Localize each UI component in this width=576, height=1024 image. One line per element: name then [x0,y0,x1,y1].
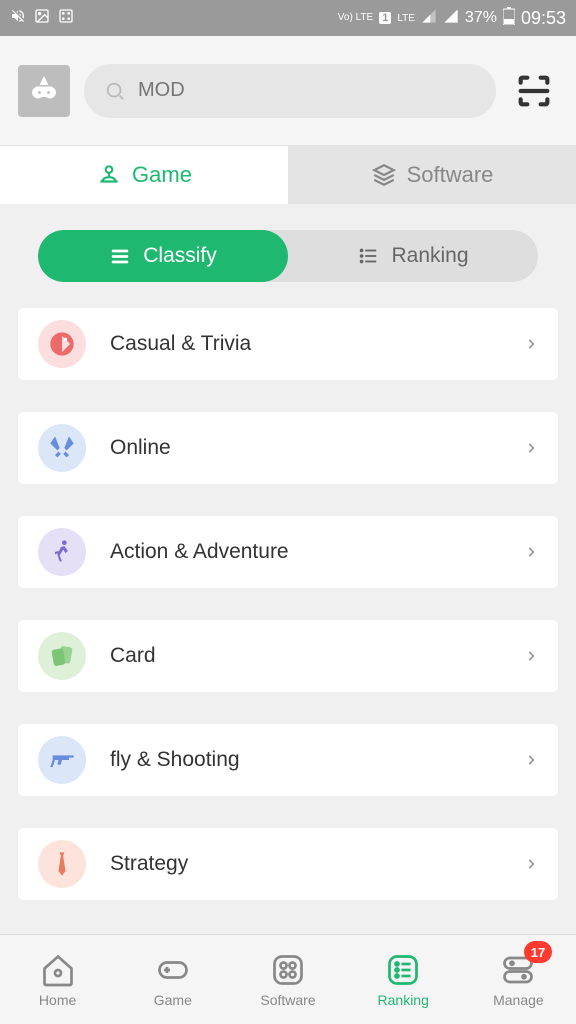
grid-icon [58,8,74,29]
time-label: 09:53 [521,8,566,29]
signal2-icon [443,8,459,29]
nav-label: Manage [493,992,544,1008]
lte-label: LTE [397,13,415,24]
status-bar: Vo) LTE 1 LTE 37% 09:53 [0,0,576,36]
volte-label: Vo) LTE [338,13,373,23]
tie-icon [38,840,86,888]
tab-label: Software [407,162,494,188]
app-header [0,36,576,146]
swords-icon [38,424,86,472]
category-item[interactable]: fly & Shooting [18,724,558,796]
gamepad-icon [96,162,122,188]
subtab-label: Classify [143,244,217,268]
chevron-right-icon [524,645,538,667]
category-label: Online [110,436,500,460]
search-input[interactable] [138,79,476,102]
search-icon [104,80,126,102]
category-label: Casual & Trivia [110,332,500,356]
chevron-right-icon [524,333,538,355]
sub-tabs: Classify Ranking [0,204,576,308]
search-box[interactable] [84,64,496,118]
category-item[interactable]: Casual & Trivia [18,308,558,380]
nav-icon [155,952,191,988]
top-tabs: Game Software [0,146,576,204]
image-icon [34,8,50,29]
tab-game[interactable]: Game [0,146,288,204]
sim-icon: 1 [379,12,391,24]
layers-icon [371,162,397,188]
tab-software[interactable]: Software [288,146,576,204]
badge: 17 [524,941,552,963]
nav-ranking[interactable]: Ranking [346,935,461,1024]
subtab-classify[interactable]: Classify [38,230,288,282]
chevron-right-icon [524,749,538,771]
cards-icon [38,632,86,680]
category-list: Casual & Trivia Online Action & Adventur… [0,308,576,900]
nav-software[interactable]: Software [230,935,345,1024]
tab-label: Game [132,162,192,188]
scan-button[interactable] [510,67,558,115]
category-label: Action & Adventure [110,540,500,564]
battery-label: 37% [465,9,497,27]
classify-icon [109,245,131,267]
category-label: Card [110,644,500,668]
chevron-right-icon [524,853,538,875]
category-item[interactable]: Action & Adventure [18,516,558,588]
subtab-label: Ranking [391,244,468,268]
runner-icon [38,528,86,576]
signal-icon [421,8,437,29]
nav-label: Home [39,992,76,1008]
category-label: fly & Shooting [110,748,500,772]
bottom-nav: Home Game Software Ranking Manage 17 [0,934,576,1024]
category-item[interactable]: Strategy [18,828,558,900]
chevron-right-icon [524,541,538,563]
nav-label: Game [154,992,192,1008]
chevron-right-icon [524,437,538,459]
nav-label: Software [260,992,315,1008]
nav-icon [40,952,76,988]
mute-icon [10,8,26,29]
category-item[interactable]: Card [18,620,558,692]
battery-icon [503,7,515,30]
gun-icon [38,736,86,784]
category-item[interactable]: Online [18,412,558,484]
ranking-icon [357,245,379,267]
category-label: Strategy [110,852,500,876]
nav-icon [385,952,421,988]
nav-game[interactable]: Game [115,935,230,1024]
nav-home[interactable]: Home [0,935,115,1024]
nav-icon [270,952,306,988]
app-logo[interactable] [18,65,70,117]
nav-manage[interactable]: Manage 17 [461,935,576,1024]
subtab-ranking[interactable]: Ranking [262,230,538,282]
pacman-icon [38,320,86,368]
nav-label: Ranking [378,992,429,1008]
